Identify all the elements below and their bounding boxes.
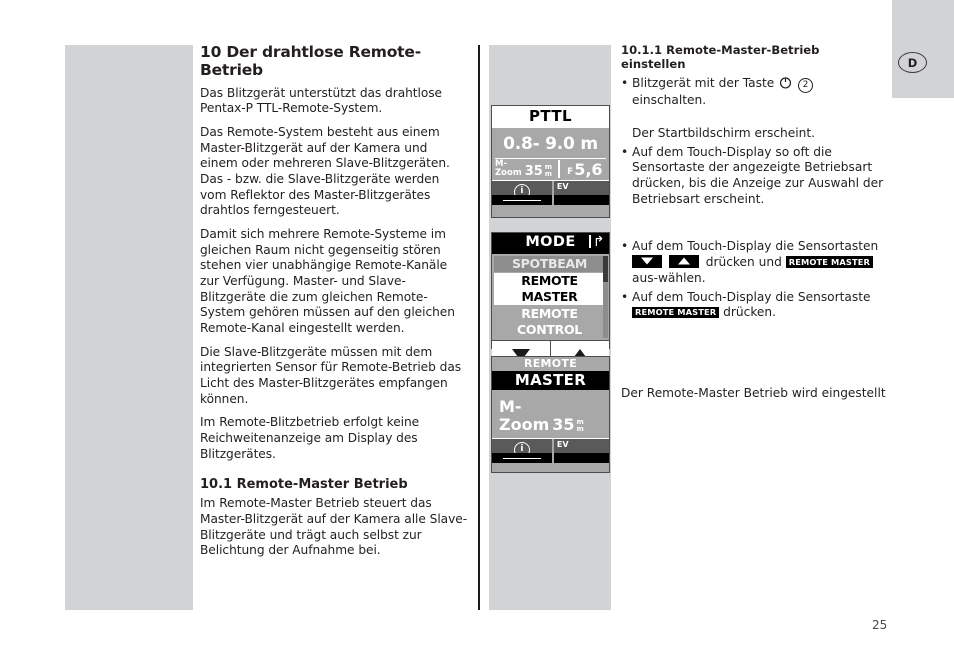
instruction-bullet-4: Auf dem Touch-Display die Sensortaste RE…	[621, 290, 887, 322]
remote-master-key-badge: REMOTE MASTER	[632, 306, 720, 319]
lcd-ev-button[interactable]: EV	[553, 439, 609, 464]
mode-list-item-remote-control[interactable]: REMOTE CONTROL	[494, 305, 605, 338]
page-number: 25	[872, 618, 888, 632]
subsection-title: 10.1 Remote-Master Betrieb	[200, 477, 408, 493]
section-title: 10 Der drahtlose Remote-Betrieb	[200, 43, 421, 79]
bullet-1-text-post: einschalten.	[632, 92, 707, 107]
lcd-zoom-label-line2: Zoom	[495, 167, 522, 178]
lcd-master-zoom-label-line2: Zoom	[499, 415, 550, 435]
down-arrow-key-icon	[632, 254, 662, 268]
lcd-zoom-aperture-row: M- Zoom 35 m m F 5,6	[492, 159, 609, 180]
lcd-panel-pttl: PTTL 0.8- 9.0 m M- Zoom 35 m m F 5,6 i E…	[491, 105, 610, 218]
mode-list-item-spotbeam[interactable]: SPOTBEAM	[494, 255, 605, 272]
body-paragraph: Im Remote-Blitzbetrieb erfolgt keine Rei…	[200, 415, 420, 461]
corner-tab	[892, 0, 954, 98]
lcd-zoom-group: M- Zoom 35 m m	[492, 160, 557, 178]
lcd-master-zoom-unit: m m	[577, 419, 584, 434]
lcd-master-zoom-value: 35	[552, 415, 575, 435]
country-code-badge: D	[898, 52, 927, 73]
lcd-pttl-footer: i EV	[492, 180, 609, 206]
lcd-mode-title-bar: MODE ↱	[492, 233, 609, 254]
left-text-column: 10 Der drahtlose Remote-Betrieb Das Blit…	[200, 43, 468, 567]
lcd-master-footer: i EV	[492, 438, 609, 464]
right-text-column: 10.1.1 Remote-Master-Betrieb einstellen …	[621, 43, 887, 405]
info-underline	[502, 199, 541, 202]
footer-black-strip	[553, 195, 609, 206]
power-icon-svg	[780, 76, 792, 89]
bullet-1-text-pre: Blitzgerät mit der Taste	[632, 75, 775, 90]
remote-master-key-badge: REMOTE MASTER	[785, 256, 873, 268]
lcd-zoom-value: 35	[524, 164, 543, 180]
lcd-ev-label: EV	[556, 440, 569, 450]
body-paragraph: Das Blitzgerät unterstützt das drahtlose…	[200, 85, 443, 116]
body-paragraph: Im Remote-Master Betrieb steuert das Mas…	[200, 496, 468, 558]
lcd-master-title-line1: REMOTE	[492, 357, 609, 371]
body-paragraph: Das Remote-System besteht aus einem Mast…	[200, 124, 450, 218]
instruction-bullet-1: Blitzgerät mit der Taste 2 einschalten.	[621, 76, 887, 109]
instruction-bullet-3: Auf dem Touch-Display die Sensortasten d…	[621, 239, 887, 287]
lcd-pttl-title: PTTL	[492, 106, 609, 128]
lcd-aperture-group: F 5,6	[561, 162, 609, 178]
mode-list-scrollbar-thumb[interactable]	[602, 255, 608, 282]
instruction-note-1: Der Startbildschirm erscheint.	[632, 125, 816, 140]
bullet-3-text-post: aus-wählen.	[632, 270, 706, 285]
body-paragraph: Die Slave-Blitzgeräte müssen mit dem int…	[200, 344, 462, 406]
lcd-info-button[interactable]: i	[492, 181, 554, 206]
body-paragraph: Damit sich mehrere Remote-Systeme im gle…	[200, 227, 455, 336]
footer-black-strip	[553, 453, 609, 464]
lcd-master-body: M- Zoom 35 m m	[492, 389, 609, 439]
lcd-master-zoom-label-line1: M-	[499, 396, 522, 416]
lcd-info-button[interactable]: i	[492, 439, 554, 464]
bullet-4-text-post: drücken.	[723, 305, 777, 320]
lcd-ev-label: EV	[556, 182, 569, 192]
instruction-bullet-2: Auf dem Touch-Display so oft die Sensort…	[621, 145, 887, 208]
lcd-distance-range: 0.8- 9.0 m	[503, 133, 598, 154]
lcd-master-unit-line2: m	[576, 424, 584, 433]
mode-list-item-remote-master[interactable]: REMOTE MASTER	[494, 272, 605, 305]
lcd-pttl-body: 0.8- 9.0 m M- Zoom 35 m m F 5,6	[492, 127, 609, 181]
lcd-zoom-label: M- Zoom	[495, 160, 522, 178]
lcd-zoom-unit: m m	[545, 164, 552, 178]
callout-number-2: 2	[797, 77, 813, 93]
bullet-3-text-pre: Auf dem Touch-Display die Sensortasten	[632, 238, 879, 253]
lcd-mode-list: SPOTBEAM REMOTE MASTER REMOTE CONTROL	[492, 253, 609, 340]
lcd-mode-title: MODE	[525, 234, 576, 250]
left-illustration-placeholder	[65, 45, 193, 610]
lcd-aperture-value: 5,6	[574, 160, 603, 180]
bullet-4-text-pre: Auf dem Touch-Display die Sensortaste	[632, 289, 871, 304]
lcd-master-zoom-row: Zoom 35 m m	[499, 415, 609, 435]
closing-statement: Der Remote-Master Betrieb wird eingestel…	[621, 386, 886, 401]
lcd-panel-mode: MODE ↱ SPOTBEAM REMOTE MASTER REMOTE CON…	[491, 232, 610, 376]
lcd-panel-remote-master: REMOTE MASTER M- Zoom 35 m m i EV	[491, 356, 610, 473]
column-divider-rule	[478, 45, 480, 610]
subsubsection-title: 10.1.1 Remote-Master-Betrieb einstellen	[621, 43, 820, 71]
lcd-ev-button[interactable]: EV	[553, 181, 609, 206]
bullet-3-text-mid: drücken und	[705, 254, 782, 269]
back-arrow-icon[interactable]: ↱	[589, 234, 605, 252]
up-arrow-key-icon	[668, 254, 699, 268]
lcd-vertical-separator	[558, 160, 560, 179]
lcd-zoom-unit-line2: m	[544, 169, 553, 178]
info-underline	[502, 457, 541, 460]
lcd-master-title-line2: MASTER	[492, 370, 609, 390]
power-icon	[779, 76, 792, 89]
